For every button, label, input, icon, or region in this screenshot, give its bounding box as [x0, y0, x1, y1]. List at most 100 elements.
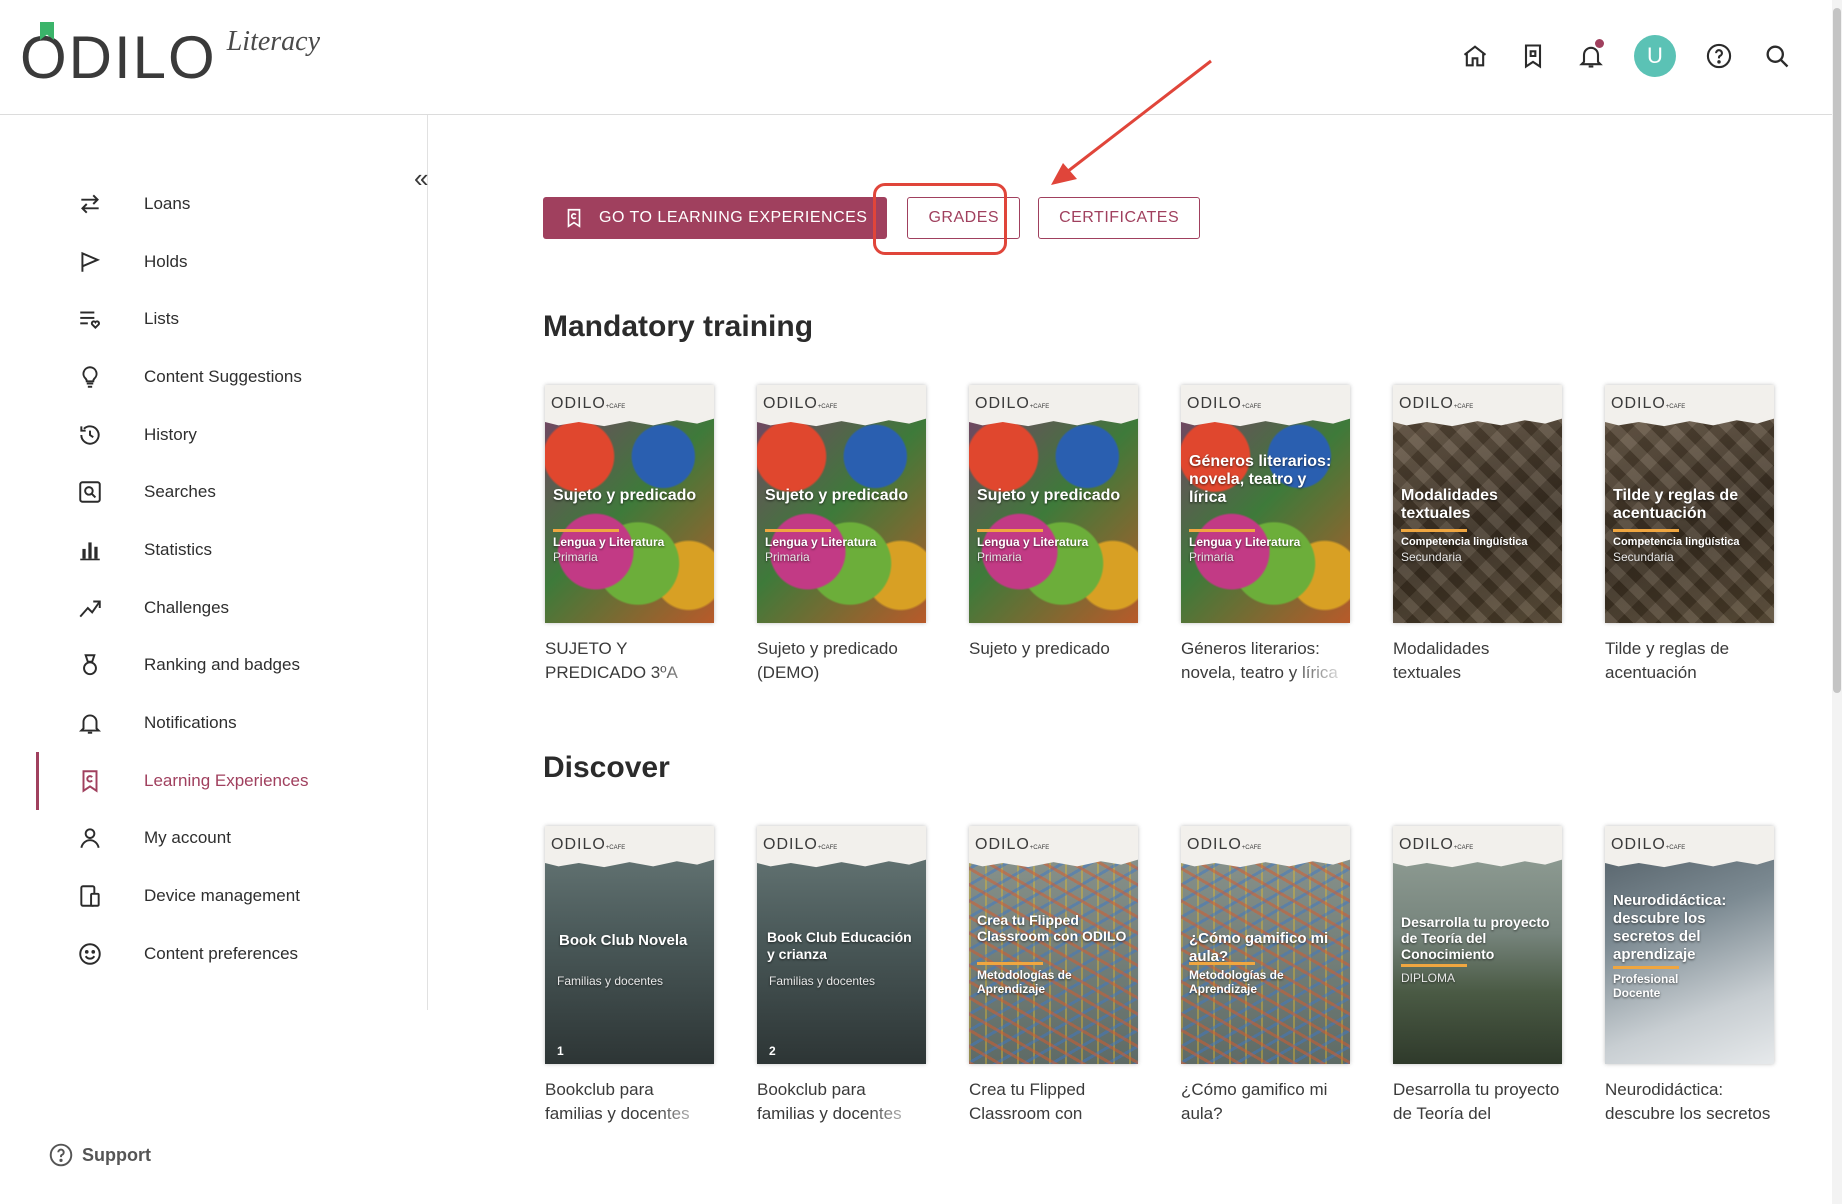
cover-accent-line: [977, 962, 1043, 965]
climb-icon: [76, 594, 104, 622]
book-card[interactable]: ODILO+CAFE Crea tu Flipped Classroom con…: [969, 826, 1138, 1126]
book-cover[interactable]: ODILO+CAFE Sujeto y predicado Lengua y L…: [545, 385, 714, 623]
sidebar-item-label: Statistics: [144, 539, 213, 559]
cover-odilo-logo: ODILO+CAFE: [1399, 395, 1474, 412]
sidebar-item-lists[interactable]: Lists: [0, 290, 427, 348]
cover-odilo-logo: ODILO+CAFE: [763, 836, 838, 853]
cover-odilo-logo: ODILO+CAFE: [763, 395, 838, 412]
cover-title: Neurodidáctica: descubre los secretos de…: [1613, 892, 1727, 963]
book-cover[interactable]: ODILO+CAFE Géneros literarios: novela, t…: [1181, 385, 1350, 623]
book-card[interactable]: ODILO+CAFE Géneros literarios: novela, t…: [1181, 385, 1350, 685]
cover-accent-line: [1613, 529, 1679, 532]
sidebar-item-statistics[interactable]: Statistics: [0, 521, 427, 579]
odilo-logo[interactable]: ODILO Literacy: [20, 22, 321, 88]
home-icon[interactable]: [1460, 41, 1490, 71]
sidebar-item-searches[interactable]: Searches: [0, 463, 427, 521]
cover-odilo-logo: ODILO+CAFE: [975, 395, 1050, 412]
search-icon[interactable]: [1762, 41, 1792, 71]
book-caption[interactable]: Géneros literarios: novela, teatro y lír…: [1181, 637, 1350, 685]
book-caption[interactable]: Bookclub para familias y docentes: [757, 1078, 926, 1126]
book-card[interactable]: ODILO+CAFE Book Club Educación y crianza…: [757, 826, 926, 1126]
sidebar-item-challenges[interactable]: Challenges: [0, 579, 427, 637]
book-card[interactable]: ODILO+CAFE Modalidades textuales Compete…: [1393, 385, 1562, 685]
grades-highlight-annotation: [873, 183, 1007, 255]
cover-title: Modalidades textuales: [1401, 487, 1498, 522]
book-cover[interactable]: ODILO+CAFE Tilde y reglas de acentuación…: [1605, 385, 1774, 623]
smile-icon: [76, 940, 104, 968]
book-caption[interactable]: Sujeto y predicado: [969, 637, 1138, 685]
cover-subject: Lengua y Literatura: [1189, 535, 1301, 549]
cover-accent-line: [765, 529, 831, 532]
book-card[interactable]: ODILO+CAFE Sujeto y predicado Lengua y L…: [969, 385, 1138, 685]
cover-title: Tilde y reglas de acentuación: [1613, 487, 1739, 522]
book-cover[interactable]: ODILO+CAFE Sujeto y predicado Lengua y L…: [969, 385, 1138, 623]
cover-level: Primaria: [765, 550, 810, 564]
sidebar-item-ranking-badges[interactable]: Ranking and badges: [0, 637, 427, 695]
support-link[interactable]: Support: [48, 1142, 151, 1168]
logo-subtitle: Literacy: [226, 26, 321, 57]
sidebar-item-loans[interactable]: Loans: [0, 175, 427, 233]
sidebar-item-holds[interactable]: Holds: [0, 233, 427, 291]
book-caption[interactable]: SUJETO Y PREDICADO 3ºA: [545, 637, 714, 685]
book-card[interactable]: ODILO+CAFE ¿Cómo gamifico mi aula? Metod…: [1181, 826, 1350, 1126]
sidebar-item-label: Content Suggestions: [144, 366, 302, 386]
book-cover[interactable]: ODILO+CAFE Book Club Educación y crianza…: [757, 826, 926, 1064]
book-cover[interactable]: ODILO+CAFE Desarrolla tu proyecto de Teo…: [1393, 826, 1562, 1064]
book-caption[interactable]: Modalidades textuales: [1393, 637, 1562, 685]
bell-icon[interactable]: [1576, 39, 1606, 71]
bookmark-icon[interactable]: [1518, 41, 1548, 71]
book-caption[interactable]: Desarrolla tu proyecto de Teoría del Con…: [1393, 1078, 1562, 1126]
cover-subject: Lengua y Literatura: [977, 535, 1089, 549]
discover-book-row: ODILO+CAFE Book Club Novela Familias y d…: [545, 826, 1774, 1126]
sidebar-item-content-suggestions[interactable]: Content Suggestions: [0, 348, 427, 406]
cover-accent-line: [1401, 964, 1467, 967]
book-card[interactable]: ODILO+CAFE Sujeto y predicado Lengua y L…: [757, 385, 926, 685]
cover-odilo-logo: ODILO+CAFE: [551, 836, 626, 853]
book-caption[interactable]: Sujeto y predicado (DEMO): [757, 637, 926, 685]
scrollbar-thumb[interactable]: [1833, 8, 1841, 693]
sidebar-item-history[interactable]: History: [0, 406, 427, 464]
book-card[interactable]: ODILO+CAFE Tilde y reglas de acentuación…: [1605, 385, 1774, 685]
page-scrollbar[interactable]: [1832, 0, 1842, 1204]
book-cover[interactable]: ODILO+CAFE Modalidades textuales Compete…: [1393, 385, 1562, 623]
book-caption[interactable]: Tilde y reglas de acentuación: [1605, 637, 1774, 685]
list-heart-icon: [76, 305, 104, 333]
book-card[interactable]: ODILO+CAFE Desarrolla tu proyecto de Teo…: [1393, 826, 1562, 1126]
bell-icon: [76, 709, 104, 737]
sidebar-item-notifications[interactable]: Notifications: [0, 694, 427, 752]
cover-category: Metodologías de Aprendizaje: [977, 968, 1072, 996]
cover-title: Sujeto y predicado: [553, 487, 697, 504]
book-caption[interactable]: ¿Cómo gamifico mi aula?: [1181, 1078, 1350, 1126]
cover-title: Sujeto y predicado: [977, 487, 1121, 504]
sidebar-item-my-account[interactable]: My account: [0, 810, 427, 868]
cover-title: Géneros literarios: novela, teatro y lír…: [1189, 453, 1332, 506]
book-card[interactable]: ODILO+CAFE Sujeto y predicado Lengua y L…: [545, 385, 714, 685]
cover-accent-line: [1401, 529, 1467, 532]
sidebar-item-device-management[interactable]: Device management: [0, 867, 427, 925]
help-icon[interactable]: [1704, 41, 1734, 71]
book-caption[interactable]: Crea tu Flipped Classroom con ODILO: [969, 1078, 1138, 1126]
cover-volume-number: 2: [769, 1044, 776, 1058]
sidebar-item-content-preferences[interactable]: Content preferences: [0, 925, 427, 983]
book-card[interactable]: ODILO+CAFE Neurodidáctica: descubre los …: [1605, 826, 1774, 1126]
go-to-learning-label: GO TO LEARNING EXPERIENCES: [599, 209, 868, 226]
cover-title: Crea tu Flipped Classroom con ODILO: [977, 912, 1127, 944]
book-card[interactable]: ODILO+CAFE Book Club Novela Familias y d…: [545, 826, 714, 1126]
header-toolbar: U: [1460, 35, 1792, 77]
cover-odilo-logo: ODILO+CAFE: [1187, 395, 1262, 412]
sidebar-item-learning-experiences[interactable]: Learning Experiences: [0, 751, 427, 810]
history-icon: [76, 421, 104, 449]
go-to-learning-experiences-button[interactable]: GO TO LEARNING EXPERIENCES: [543, 197, 888, 239]
book-cover[interactable]: ODILO+CAFE Sujeto y predicado Lengua y L…: [757, 385, 926, 623]
book-caption[interactable]: Neurodidáctica: descubre los secretos de…: [1605, 1078, 1774, 1126]
book-cover[interactable]: ODILO+CAFE Crea tu Flipped Classroom con…: [969, 826, 1138, 1064]
cover-title: ¿Cómo gamifico mi aula?: [1189, 930, 1329, 965]
book-caption[interactable]: Bookclub para familias y docentes: [545, 1078, 714, 1126]
medal-icon: [76, 651, 104, 679]
cover-level: Primaria: [977, 550, 1022, 564]
book-cover[interactable]: ODILO+CAFE ¿Cómo gamifico mi aula? Metod…: [1181, 826, 1350, 1064]
user-icon: [76, 824, 104, 852]
avatar[interactable]: U: [1634, 35, 1676, 77]
book-cover[interactable]: ODILO+CAFE Neurodidáctica: descubre los …: [1605, 826, 1774, 1064]
book-cover[interactable]: ODILO+CAFE Book Club Novela Familias y d…: [545, 826, 714, 1064]
